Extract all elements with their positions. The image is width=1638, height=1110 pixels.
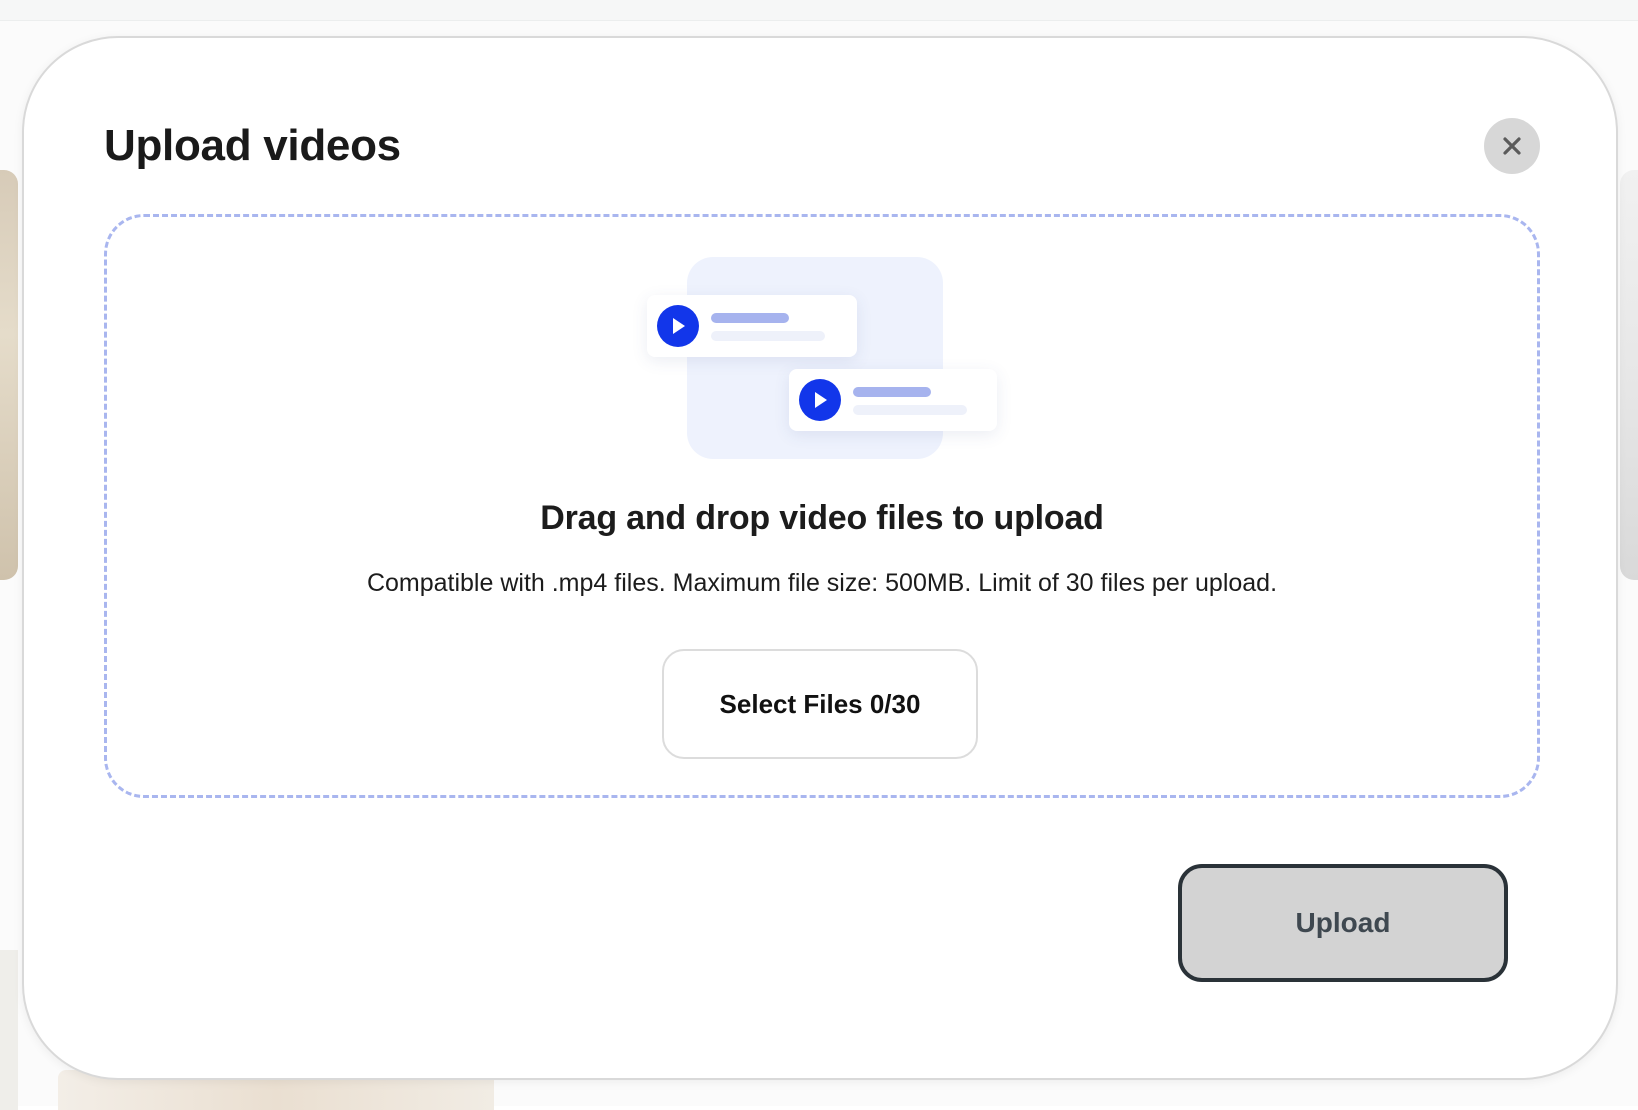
upload-button[interactable]: Upload [1178, 864, 1508, 982]
placeholder-line [853, 405, 967, 415]
play-icon [657, 305, 699, 347]
close-button[interactable] [1484, 118, 1540, 174]
modal-title: Upload videos [104, 121, 401, 170]
placeholder-line [711, 331, 825, 341]
illustration-video-card [647, 295, 857, 357]
close-icon [1501, 135, 1523, 157]
illustration-video-card [789, 369, 997, 431]
play-icon [799, 379, 841, 421]
placeholder-line [711, 313, 789, 323]
select-files-button[interactable]: Select Files 0/30 [662, 649, 978, 759]
upload-illustration [647, 257, 1007, 467]
file-drop-zone[interactable]: Drag and drop video files to upload Comp… [104, 214, 1540, 798]
drop-zone-subtext: Compatible with .mp4 files. Maximum file… [366, 569, 1278, 597]
modal-overlay: Upload videos Drag and drop video files … [0, 0, 1638, 1106]
placeholder-line [853, 387, 931, 397]
drop-zone-heading: Drag and drop video files to upload [540, 499, 1104, 537]
